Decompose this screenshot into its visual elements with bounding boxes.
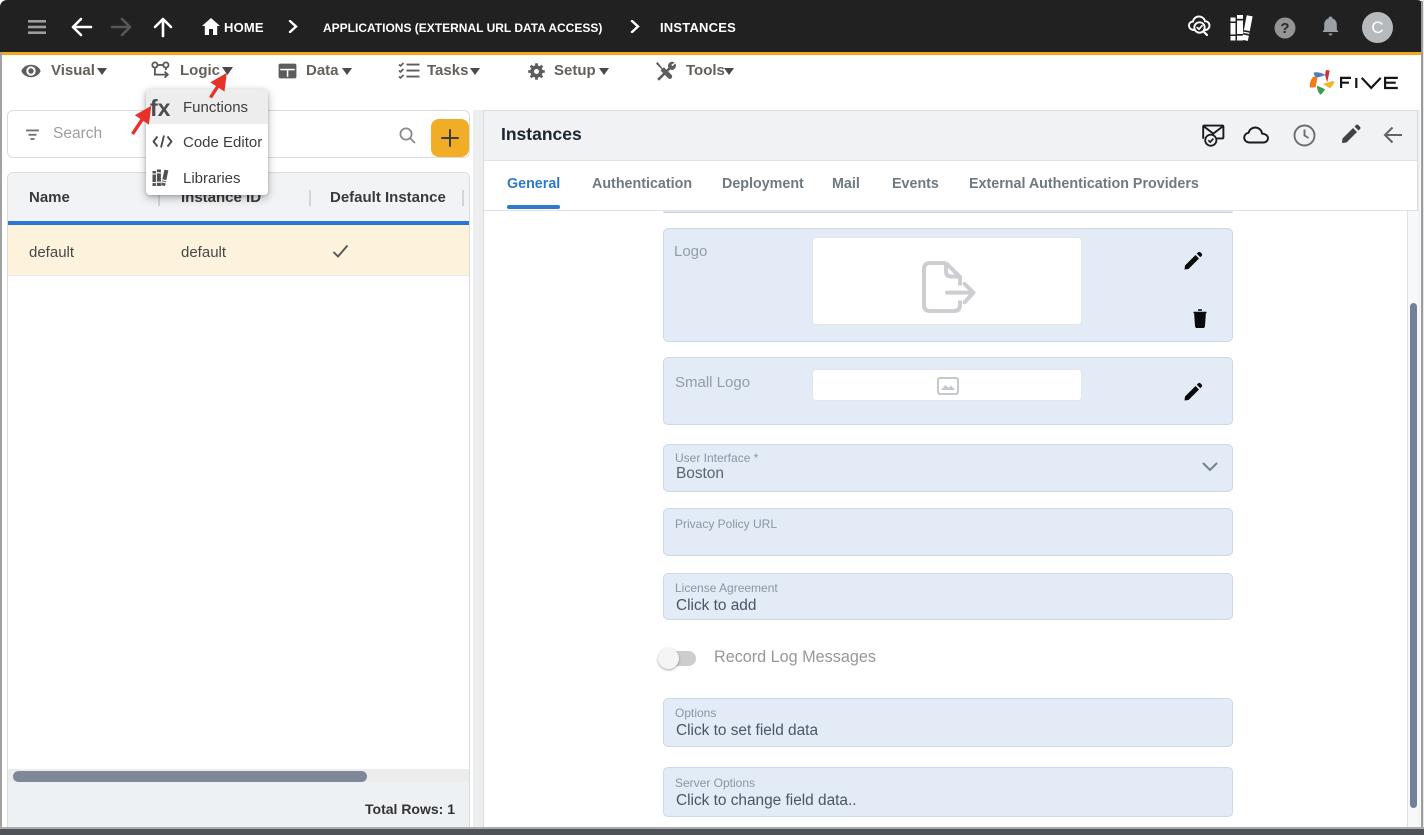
svg-text:?: ?: [1280, 20, 1289, 37]
